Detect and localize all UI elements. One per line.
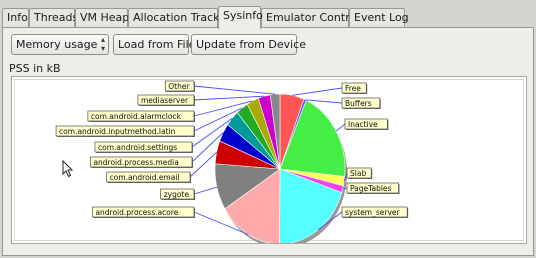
pie-label: mediaserver — [141, 96, 189, 105]
pie-label: android.process.acore — [95, 208, 178, 217]
tab-threads[interactable]: Threads — [29, 8, 79, 28]
pie-label: com.android.inputmethod.latin — [59, 127, 176, 136]
tab-emulator-control[interactable]: Emulator Control — [261, 8, 359, 28]
tab-event-log-label: Event Log — [354, 11, 409, 24]
tab-bar: Info Threads VM Heap Allocation Tracker … — [2, 6, 534, 29]
sysinfo-type-value: Memory usage — [16, 38, 98, 51]
load-from-file-button[interactable]: Load from File — [113, 34, 195, 55]
tab-info-label: Info — [7, 11, 28, 24]
load-from-file-label: Load from File — [118, 38, 196, 51]
chart-area: Free Buffers Inactive Slab PageTables system_… — [11, 76, 527, 244]
pie-label: Slab — [350, 169, 366, 178]
tab-info[interactable]: Info — [2, 8, 29, 28]
spinner-arrows-icon: ▴ ▾ — [100, 35, 105, 53]
tab-event-log[interactable]: Event Log — [349, 8, 409, 28]
pie-label: zygote — [164, 190, 190, 199]
pie-chart: Free Buffers Inactive Slab PageTables system_… — [55, 80, 409, 243]
tab-vm-heap-label: VM Heap — [80, 11, 130, 24]
tab-allocation-tracker[interactable]: Allocation Tracker — [128, 8, 230, 28]
pie-label: PageTables — [350, 184, 392, 193]
pie-label: Other — [168, 82, 190, 91]
sysinfo-type-select[interactable]: Memory usage ▴ ▾ — [11, 34, 109, 55]
chart-subtitle: PSS in kB — [9, 62, 61, 75]
mouse-pointer-icon — [62, 160, 74, 178]
pie-label: android.process.media — [93, 158, 178, 167]
pie-label: com.android.email — [110, 173, 180, 182]
pie-label: com.android.settings — [98, 143, 177, 152]
ddms-sysinfo-window: Info Threads VM Heap Allocation Tracker … — [0, 0, 536, 258]
pie-leader-line — [292, 87, 343, 96]
pie-label: Free — [345, 84, 361, 93]
update-from-device-button[interactable]: Update from Device — [191, 34, 306, 55]
tab-sysinfo-label: Sysinfo — [223, 9, 263, 22]
tab-vm-heap[interactable]: VM Heap — [75, 8, 130, 28]
tab-sysinfo[interactable]: Sysinfo — [218, 6, 263, 29]
pie-leader-line — [193, 186, 218, 195]
sysinfo-panel: Memory usage ▴ ▾ Load from File Update fr… — [2, 28, 534, 256]
pie-label: Buffers — [345, 99, 372, 108]
tab-allocation-tracker-label: Allocation Tracker — [133, 11, 231, 24]
tab-emulator-control-label: Emulator Control — [266, 11, 360, 24]
pie-label: system_server — [345, 208, 401, 217]
update-from-device-label: Update from Device — [196, 38, 307, 51]
pie-leader-line — [335, 123, 346, 132]
pie-leader-line — [193, 95, 265, 101]
pie-label: Inactive — [348, 120, 378, 129]
pie-leader-line — [189, 151, 218, 178]
pie-label: com.android.alarmclock — [91, 112, 182, 121]
tab-threads-label: Threads — [34, 11, 79, 24]
pie-leader-line — [193, 85, 276, 95]
